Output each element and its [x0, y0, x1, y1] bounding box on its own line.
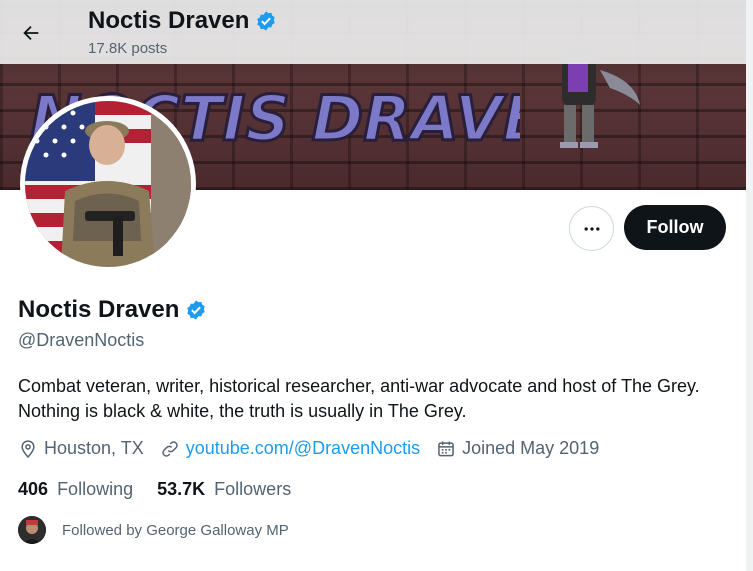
profile-stats: 406 Following 53.7K Followers: [18, 479, 315, 500]
followed-by-row[interactable]: Followed by George Galloway MP: [18, 516, 289, 544]
ellipsis-icon: [584, 226, 599, 231]
verified-badge-icon[interactable]: [185, 299, 207, 321]
followers-label: Followers: [214, 479, 292, 499]
scrollbar-track[interactable]: [746, 0, 753, 571]
location-text: Houston, TX: [44, 438, 144, 458]
location-pin-icon: [21, 439, 35, 458]
following-link[interactable]: 406 Following: [18, 479, 133, 500]
header-title: Noctis Draven: [88, 7, 277, 35]
follower-avatar-photo: [18, 516, 46, 544]
verified-badge-icon[interactable]: [255, 10, 277, 32]
back-arrow-icon: [23, 25, 39, 41]
follower-avatar: [18, 516, 46, 544]
display-name: Noctis Draven: [18, 296, 180, 323]
profile-meta: Houston, TX youtube.com/@DravenNoctis Jo…: [18, 438, 615, 459]
profile-avatar[interactable]: [20, 96, 196, 272]
profile-name-row: Noctis Draven: [18, 296, 207, 324]
header-name: Noctis Draven: [88, 7, 250, 34]
avatar-photo: [25, 101, 191, 267]
location-item: Houston, TX: [18, 438, 144, 459]
banner-figure-illustration: [560, 50, 640, 148]
following-count: 406: [18, 479, 49, 499]
back-button[interactable]: [14, 16, 48, 50]
followed-by-text: Followed by George Galloway MP: [62, 521, 289, 539]
more-options-button[interactable]: [569, 206, 614, 251]
posts-count: 17.8K posts: [88, 40, 168, 57]
website-item: youtube.com/@DravenNoctis: [160, 438, 420, 459]
followers-link[interactable]: 53.7K Followers: [157, 479, 291, 500]
following-label: Following: [57, 479, 134, 499]
calendar-icon: [438, 441, 454, 456]
website-link[interactable]: youtube.com/@DravenNoctis: [186, 438, 420, 459]
profile-bio: Combat veteran, writer, historical resea…: [18, 376, 700, 421]
user-handle: @DravenNoctis: [18, 330, 145, 350]
profile-header-bar: Noctis Draven 17.8K posts: [0, 0, 746, 64]
joined-item: Joined May 2019: [436, 438, 599, 459]
followers-count: 53.7K: [157, 479, 206, 499]
joined-text: Joined May 2019: [462, 438, 600, 458]
link-icon: [162, 440, 178, 457]
follow-button[interactable]: Follow: [624, 205, 726, 250]
